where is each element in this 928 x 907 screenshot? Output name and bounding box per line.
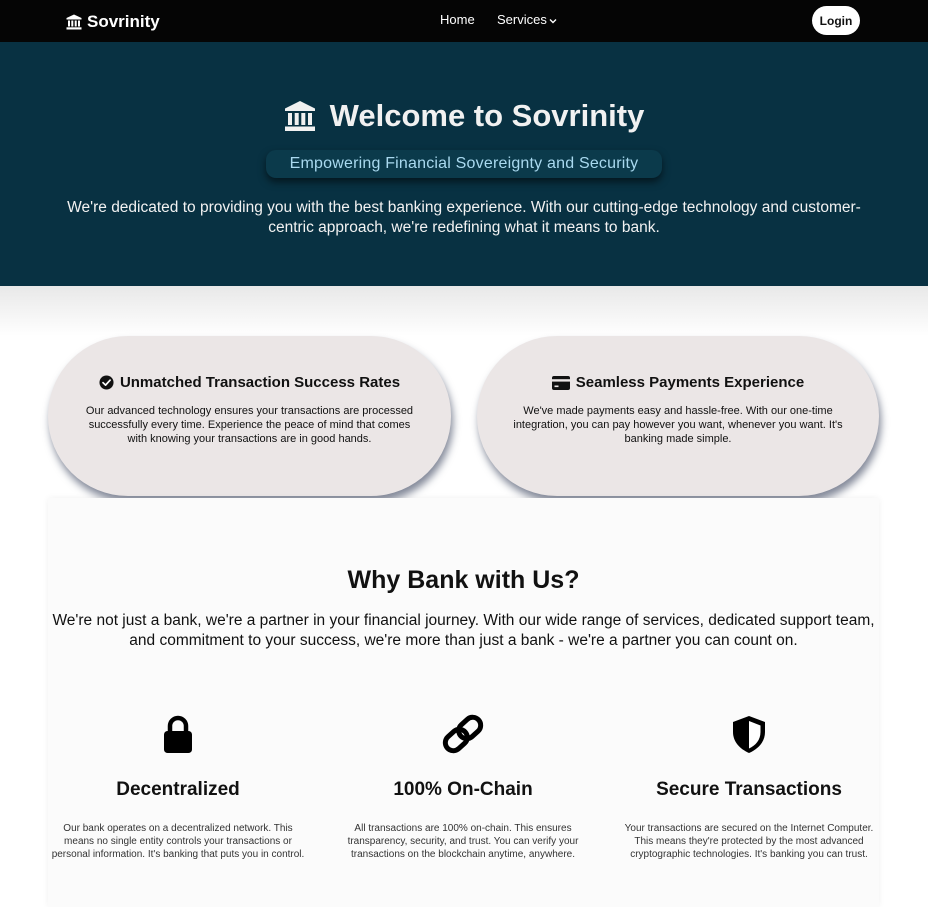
brand-logo[interactable]: Sovrinity bbox=[66, 11, 160, 33]
why-bank-title: Why Bank with Us? bbox=[347, 566, 580, 594]
why-bank-description: We're not just a bank, we're a partner i… bbox=[52, 612, 875, 649]
feature-card-success-rates: Unmatched Transaction Success Rates Our … bbox=[48, 336, 451, 496]
nav-services-dropdown[interactable]: Services bbox=[497, 12, 557, 27]
hero-subtitle: Empowering Financial Sovereignty and Sec… bbox=[266, 150, 662, 178]
chevron-down-icon bbox=[549, 18, 557, 23]
benefit-text: Your transactions are secured on the Int… bbox=[624, 823, 874, 860]
shield-icon bbox=[733, 716, 765, 753]
feature-card-text: Our advanced technology ensures your tra… bbox=[85, 405, 414, 445]
feature-card-title: Unmatched Transaction Success Rates bbox=[48, 374, 451, 391]
check-circle-icon bbox=[99, 375, 114, 390]
section-divider bbox=[0, 286, 928, 336]
feature-card-text: We've made payments easy and hassle-free… bbox=[513, 405, 843, 445]
navbar: Sovrinity Home Services Login bbox=[0, 0, 928, 42]
benefit-secure-transactions: Secure Transactions Your transactions ar… bbox=[619, 710, 879, 890]
benefit-text: All transactions are 100% on-chain. This… bbox=[347, 823, 579, 860]
bank-icon bbox=[66, 14, 82, 30]
nav-home-link[interactable]: Home bbox=[440, 12, 475, 27]
hero-description: We're dedicated to providing you with th… bbox=[67, 199, 861, 236]
login-button[interactable]: Login bbox=[812, 6, 860, 35]
nav-services-label: Services bbox=[497, 12, 547, 27]
link-icon bbox=[442, 714, 484, 754]
bank-icon bbox=[284, 101, 315, 131]
benefit-title: 100% On-Chain bbox=[393, 779, 533, 800]
hero-section: Welcome to Sovrinity Empowering Financia… bbox=[0, 42, 928, 286]
benefit-decentralized: Decentralized Our bank operates on a dec… bbox=[48, 710, 308, 890]
hero-title-text: Welcome to Sovrinity bbox=[329, 98, 645, 133]
feature-card-seamless-payments: Seamless Payments Experience We've made … bbox=[477, 336, 879, 496]
feature-card-title-text: Unmatched Transaction Success Rates bbox=[119, 374, 401, 391]
feature-card-title: Seamless Payments Experience bbox=[477, 374, 879, 391]
benefit-text: Our bank operates on a decentralized net… bbox=[51, 823, 305, 860]
feature-card-title-text: Seamless Payments Experience bbox=[575, 374, 805, 391]
benefit-title: Secure Transactions bbox=[656, 779, 842, 800]
benefit-on-chain: 100% On-Chain All transactions are 100% … bbox=[333, 710, 593, 890]
lock-icon bbox=[164, 715, 192, 753]
credit-card-icon bbox=[551, 375, 570, 390]
brand-name: Sovrinity bbox=[87, 12, 160, 31]
hero-title: Welcome to Sovrinity bbox=[0, 96, 928, 136]
why-bank-section: Why Bank with Us? We're not just a bank,… bbox=[48, 498, 879, 907]
benefit-title: Decentralized bbox=[116, 779, 240, 800]
